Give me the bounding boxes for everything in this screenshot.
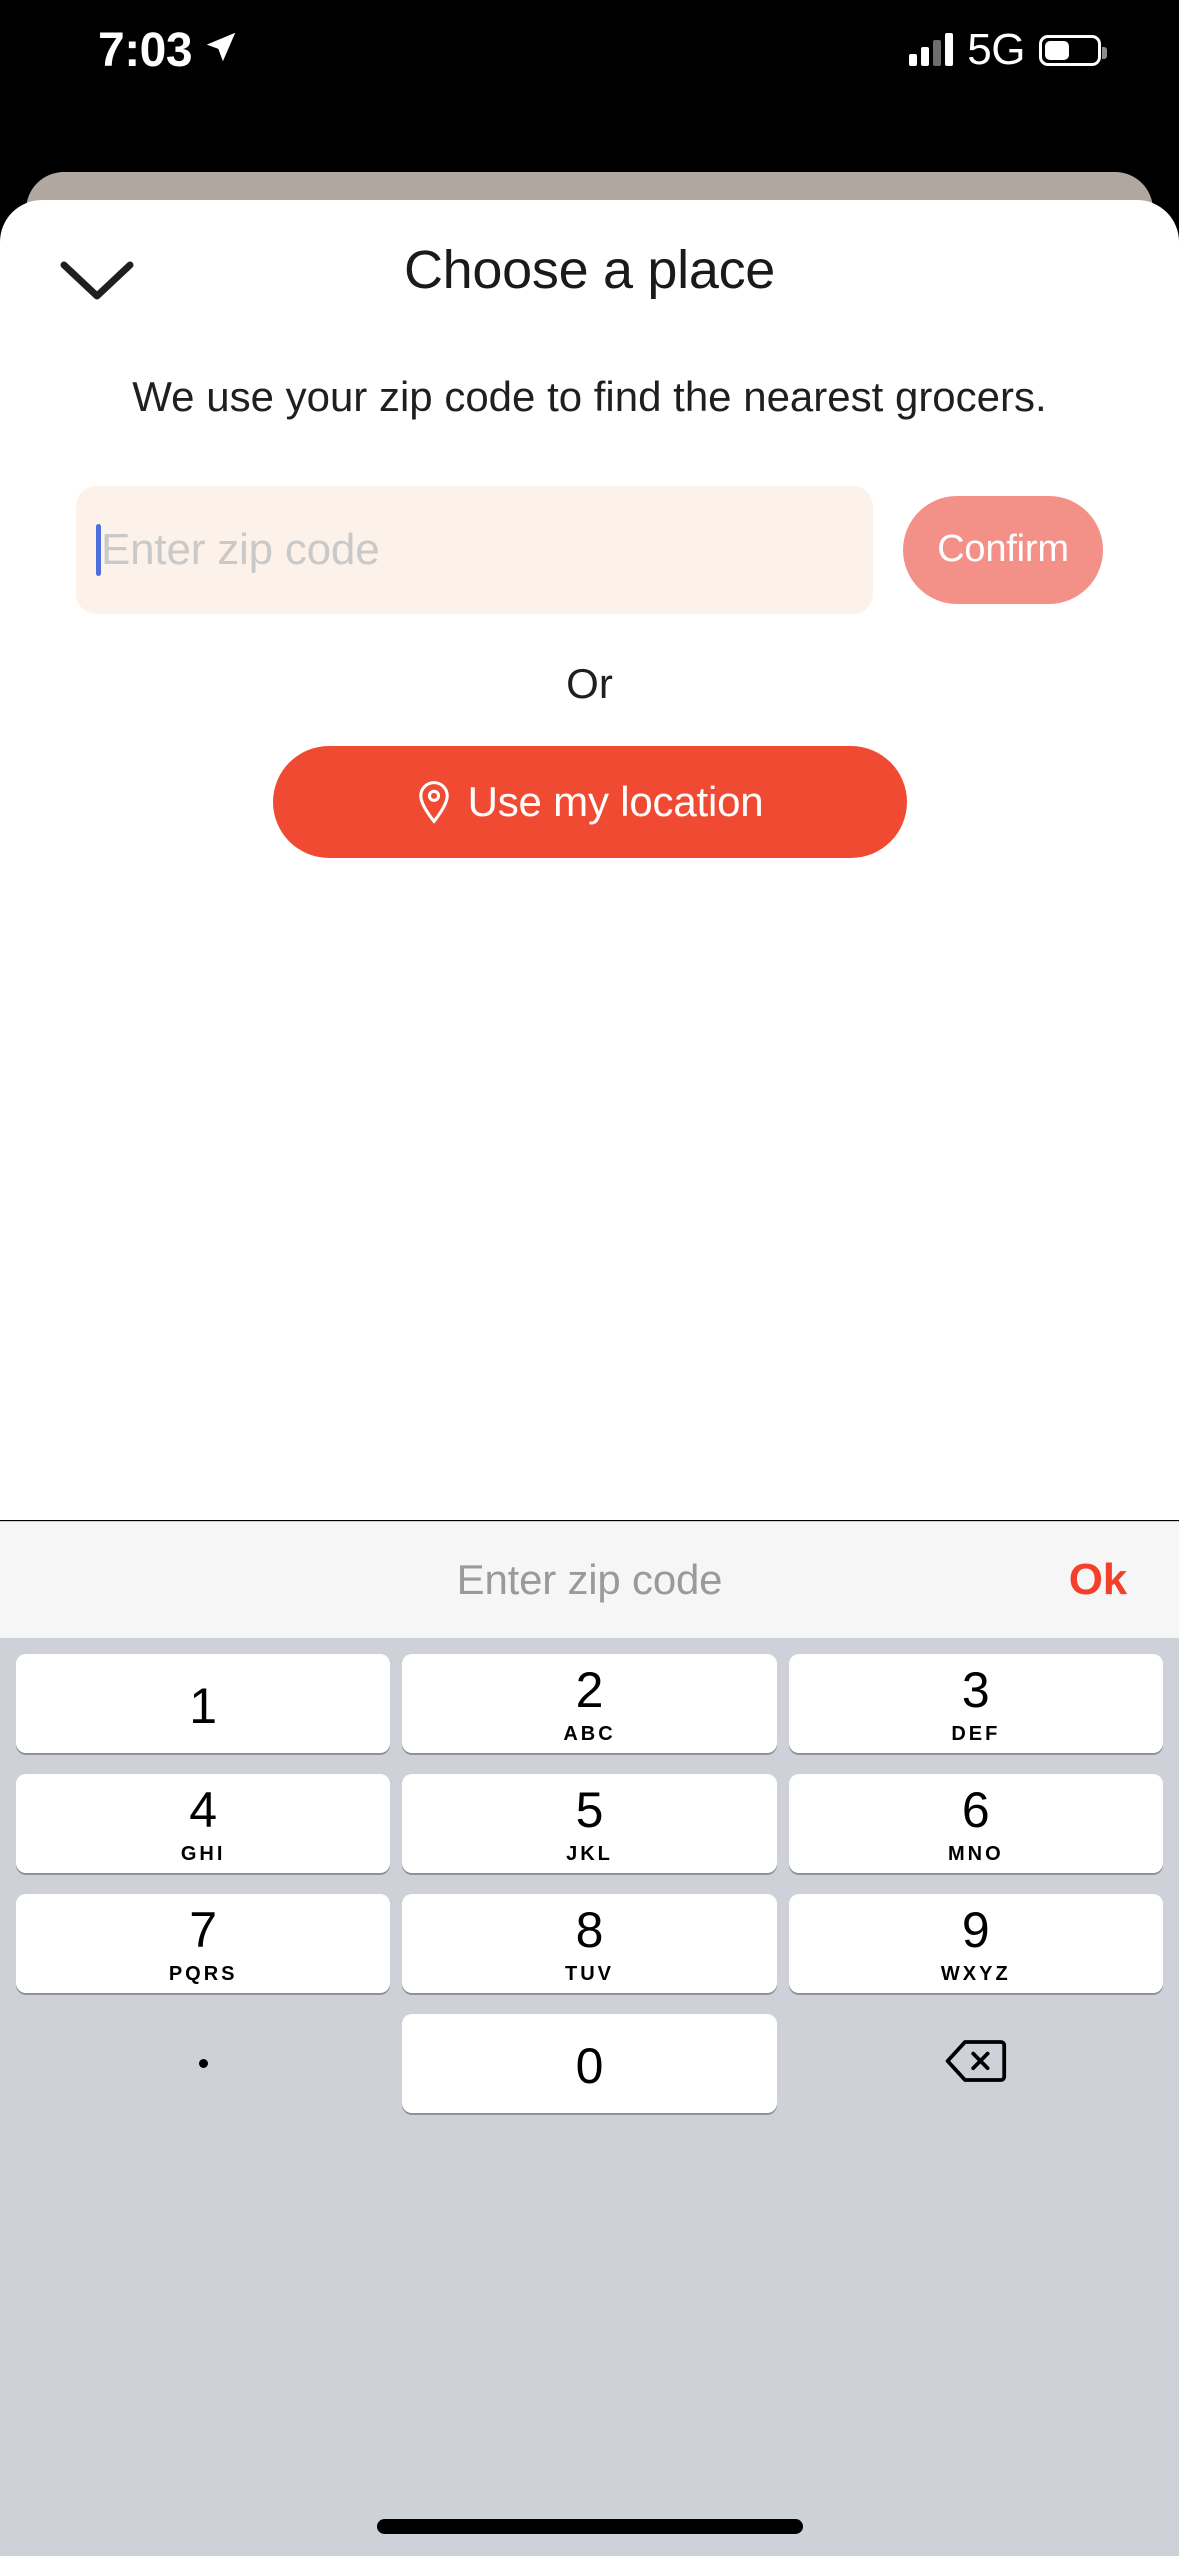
key-digit: 8 <box>575 1902 604 1958</box>
key-7[interactable]: 7 PQRS <box>16 1894 391 1993</box>
chevron-down-icon <box>60 260 134 307</box>
or-divider-label: Or <box>566 659 613 707</box>
numeric-keypad: 1 2 ABC 3 DEF 4 GHI 5 JKL 6 MNO 7 PQRS 8… <box>0 1638 1179 2556</box>
map-pin-icon <box>416 780 452 824</box>
page-title: Choose a place <box>403 240 776 300</box>
key-letters: PQRS <box>168 1963 238 1985</box>
backspace-delete-icon <box>944 2037 1008 2090</box>
zip-code-input[interactable]: Enter zip code <box>76 485 873 614</box>
key-5[interactable]: 5 JKL <box>402 1774 777 1873</box>
cellular-signal-icon <box>909 33 954 66</box>
network-type-label: 5G <box>967 25 1025 74</box>
use-my-location-label: Use my location <box>467 777 764 825</box>
key-digit: 4 <box>189 1782 218 1838</box>
key-6[interactable]: 6 MNO <box>788 1774 1163 1873</box>
keyboard-accessory-toolbar: Enter zip code Ok <box>0 1521 1179 1638</box>
choose-place-sheet: Choose a place We use your zip code to f… <box>0 200 1179 1520</box>
key-letters: ABC <box>563 1723 616 1745</box>
key-backspace[interactable] <box>789 2014 1163 2113</box>
key-digit: 2 <box>575 1662 604 1718</box>
status-time: 7:03 <box>98 23 193 77</box>
keyboard-hint-label: Enter zip code <box>456 1556 723 1603</box>
dismiss-sheet-button[interactable] <box>42 248 152 318</box>
key-8[interactable]: 8 TUV <box>402 1894 777 1993</box>
location-arrow-icon <box>202 23 240 78</box>
key-2[interactable]: 2 ABC <box>402 1654 777 1753</box>
key-period[interactable] <box>16 2014 390 2113</box>
keypad-row-1: 1 2 ABC 3 DEF <box>10 1654 1169 1753</box>
confirm-button[interactable]: Confirm <box>903 495 1103 604</box>
location-button-wrap: Use my location <box>0 745 1179 858</box>
key-3[interactable]: 3 DEF <box>788 1654 1163 1753</box>
key-letters: TUV <box>564 1963 614 1985</box>
keypad-row-2: 4 GHI 5 JKL 6 MNO <box>10 1774 1169 1873</box>
key-9[interactable]: 9 WXYZ <box>788 1894 1163 1993</box>
key-digit: 6 <box>961 1782 990 1838</box>
key-digit: 5 <box>575 1782 604 1838</box>
key-digit: 9 <box>961 1902 990 1958</box>
key-digit: 3 <box>961 1662 990 1718</box>
battery-icon <box>1039 34 1107 66</box>
key-letters: MNO <box>947 1843 1004 1865</box>
status-bar: 7:03 5G <box>0 0 1179 100</box>
sheet-subtitle: We use your zip code to find the nearest… <box>132 373 1047 420</box>
use-my-location-button[interactable]: Use my location <box>272 745 907 858</box>
zip-entry-row: Enter zip code Confirm <box>76 485 1103 614</box>
key-0[interactable]: 0 <box>402 2014 777 2113</box>
key-letters: DEF <box>951 1723 1001 1745</box>
key-1[interactable]: 1 <box>16 1654 391 1753</box>
period-glyph <box>198 2059 208 2068</box>
key-digit: 0 <box>575 2037 604 2094</box>
keypad-row-3: 7 PQRS 8 TUV 9 WXYZ <box>10 1894 1169 1993</box>
key-digit: 1 <box>189 1677 218 1734</box>
zip-input-placeholder: Enter zip code <box>101 524 380 574</box>
status-indicators: 5G <box>909 25 1107 75</box>
home-indicator <box>376 2519 803 2534</box>
key-digit: 7 <box>189 1902 218 1958</box>
sheet-header: Choose a place <box>0 200 1179 340</box>
status-time-group: 7:03 <box>98 23 240 78</box>
keyboard-ok-button[interactable]: Ok <box>1069 1555 1127 1605</box>
key-letters: GHI <box>180 1843 226 1865</box>
keypad-row-4: 0 <box>10 2014 1169 2113</box>
key-4[interactable]: 4 GHI <box>16 1774 391 1873</box>
phone-screen: 7:03 5G Choose a place We use your zip c… <box>0 0 1179 2556</box>
key-letters: WXYZ <box>940 1963 1011 1985</box>
key-letters: JKL <box>566 1843 613 1865</box>
